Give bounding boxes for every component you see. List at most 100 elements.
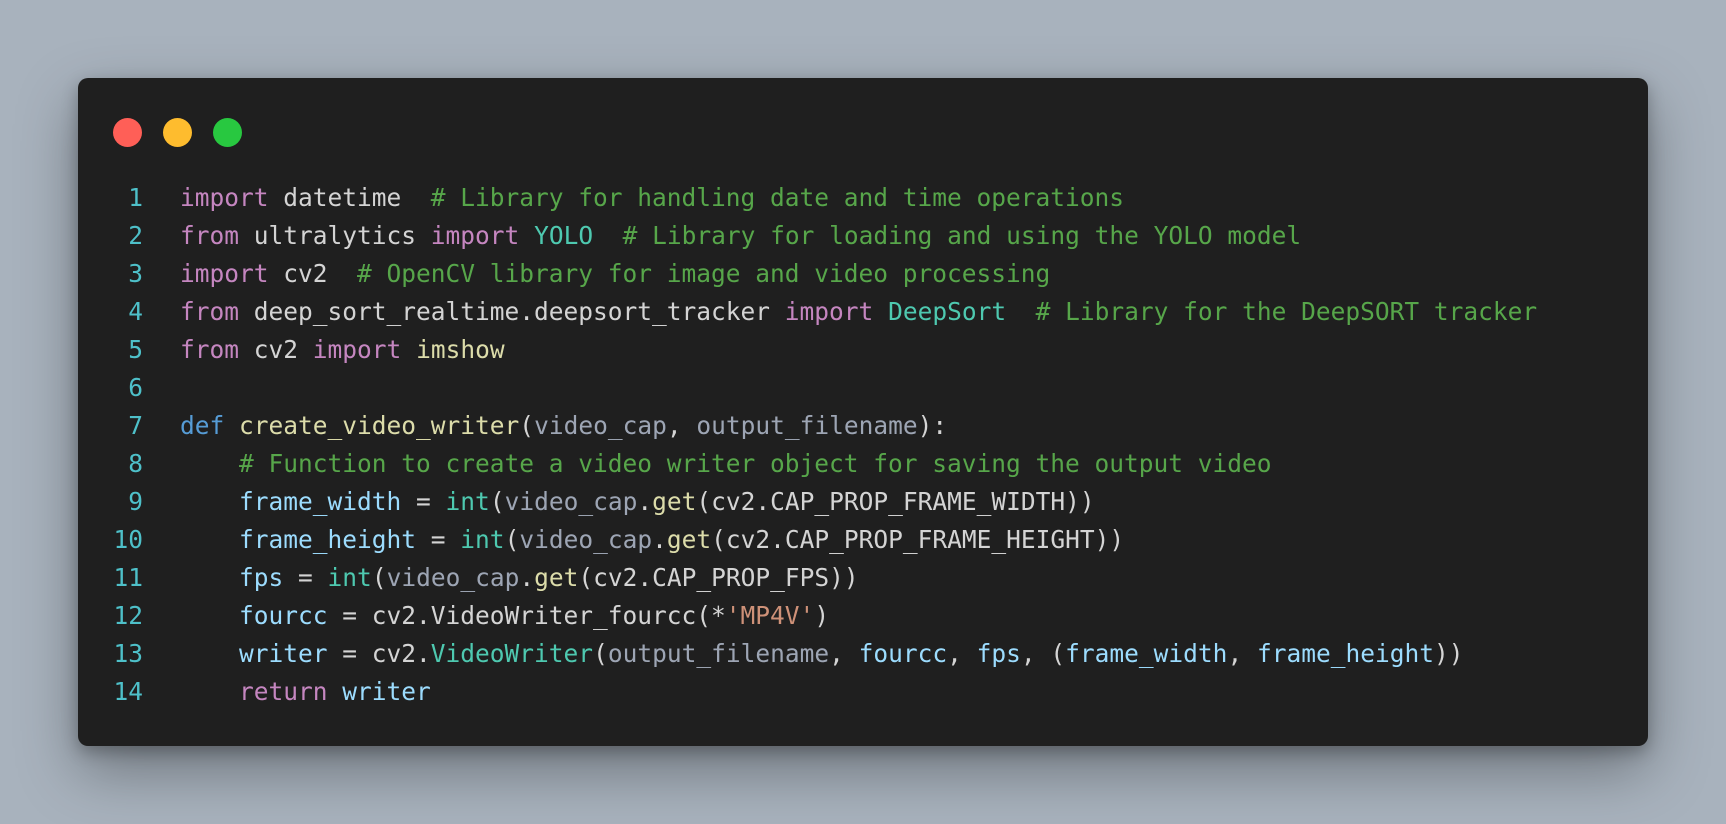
line-code: return writer [180,673,431,711]
code-token-plain: = [416,525,461,554]
code-token-keyword: import [180,183,269,212]
code-token-var: frame_height [239,525,417,554]
code-token-def: def [180,411,225,440]
code-line: 5 from cv2 import imshow [78,331,1648,369]
code-token-plain: = [283,563,328,592]
code-token-func: get [534,563,579,592]
code-line: 4 from deep_sort_realtime.deepsort_tracke… [78,293,1648,331]
minimize-window-button[interactable] [163,118,192,147]
code-token-plain: ( [489,487,505,516]
code-token-keyword: from [180,221,240,250]
code-token-comment: # OpenCV library for image and video pro… [357,259,1051,288]
code-block: 1 import datetime # Library for handling … [78,179,1648,711]
code-token-plain: . [652,525,667,554]
code-token-plain: , [947,639,977,668]
code-token-plain: ): [917,411,948,440]
line-code: fourcc = cv2.VideoWriter_fourcc(*'MP4V') [180,597,829,635]
code-token-param: video_cap [504,487,638,516]
window-controls [113,118,242,147]
line-number: 13 [113,639,143,668]
code-token-var: fourcc [239,601,328,630]
code-token-string: 'MP4V' [725,601,815,630]
code-token-plain: ( [519,411,535,440]
code-token-comment: # Function to create a video writer obje… [239,449,1272,478]
code-token-var: writer [239,639,328,668]
code-token-keyword: import [312,335,402,364]
code-token-comment: # Library for handling date and time ope… [430,183,1125,212]
line-number: 5 [128,335,143,364]
code-token-func: get [652,487,697,516]
line-number: 11 [113,563,143,592]
code-token-plain: ( [504,525,520,554]
code-token-class: int [327,563,372,592]
maximize-window-button[interactable] [213,118,242,147]
code-token-param: output_filename [607,639,830,668]
line-code: fps = int(video_cap.get(cv2.CAP_PROP_FPS… [180,559,859,597]
line-number: 10 [113,525,143,554]
code-line: 6 [78,369,1648,407]
code-line: 8 # Function to create a video writer ob… [78,445,1648,483]
code-token-class: int [445,487,490,516]
code-token-plain: , ( [1020,639,1066,668]
code-token-keyword: import [180,259,269,288]
code-token-plain: cv2 [268,259,358,288]
code-token-class: int [460,525,505,554]
line-code: from cv2 import imshow [180,331,505,369]
code-token-plain: . [519,563,535,592]
line-number: 9 [128,487,143,516]
line-code: from ultralytics import YOLO # Library f… [180,217,1301,255]
code-window: 1 import datetime # Library for handling … [78,78,1648,746]
code-token-keyword: import [784,297,874,326]
code-token-func: imshow [416,335,505,364]
code-line: 10 frame_height = int(video_cap.get(cv2.… [78,521,1648,559]
code-token-keyword: import [430,221,520,250]
code-token-var: writer [342,677,431,706]
code-line: 13 writer = cv2.VideoWriter(output_filen… [78,635,1648,673]
line-number: 6 [128,373,143,402]
code-token-keyword: from [180,297,240,326]
line-code: # Function to create a video writer obje… [180,445,1272,483]
code-line: 11 fps = int(video_cap.get(cv2.CAP_PROP_… [78,559,1648,597]
code-token-param: output_filename [696,411,918,440]
line-number: 7 [128,411,143,440]
code-token-plain: ultralytics [239,221,431,250]
code-line: 3 import cv2 # OpenCV library for image a… [78,255,1648,293]
code-token-plain: ) [814,601,830,630]
code-token-plain: = cv2. [327,639,431,668]
code-token-func: get [666,525,712,554]
close-window-button[interactable] [113,118,142,147]
code-line: 1 import datetime # Library for handling … [78,179,1648,217]
code-token-comment: # Library for the DeepSORT tracker [1035,297,1538,326]
code-token-plain: = cv2.VideoWriter_fourcc(* [327,601,726,630]
line-number: 2 [128,221,143,250]
code-token-param: video_cap [519,525,653,554]
code-token-comment: # Library for loading and using the YOLO… [622,221,1302,250]
code-line: 9 frame_width = int(video_cap.get(cv2.CA… [78,483,1648,521]
line-number: 1 [128,183,143,212]
code-token-plain: (cv2.CAP_PROP_FPS)) [578,563,859,592]
code-token-plain: , [666,411,697,440]
code-token-var: fps [239,563,284,592]
code-token-plain: )) [1433,639,1464,668]
line-code: from deep_sort_realtime.deepsort_tracker… [180,293,1537,331]
line-code: frame_height = int(video_cap.get(cv2.CAP… [180,521,1124,559]
code-token-plain: = [401,487,446,516]
code-token-var: fps [976,639,1021,668]
code-token-plain: deep_sort_realtime.deepsort_tracker [239,297,785,326]
line-code: writer = cv2.VideoWriter(output_filename… [180,635,1463,673]
line-code: def create_video_writer(video_cap, outpu… [180,407,947,445]
code-token-func: create_video_writer [239,411,520,440]
line-number: 12 [113,601,143,630]
code-token-plain: ( [371,563,387,592]
